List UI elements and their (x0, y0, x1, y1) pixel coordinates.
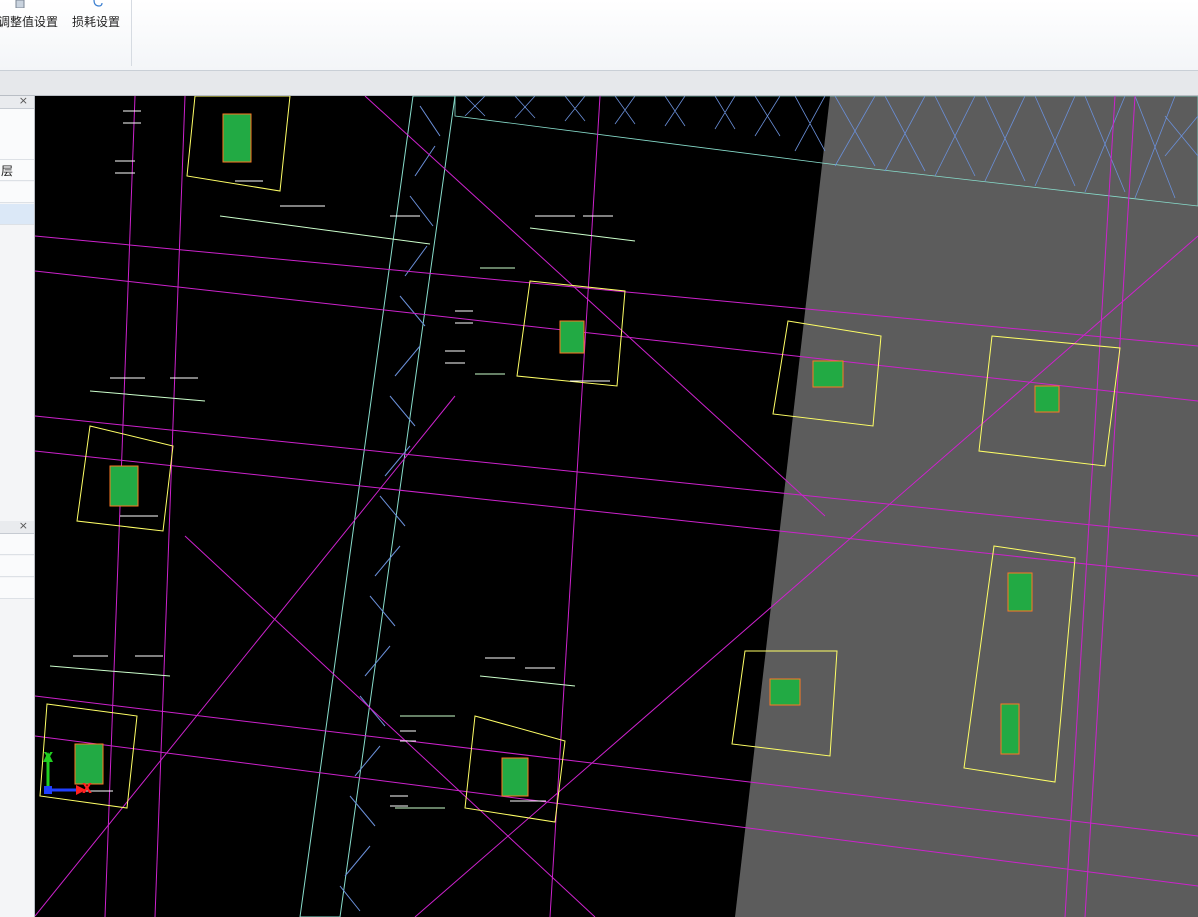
hatched-wall (299, 96, 456, 917)
panel-row[interactable] (0, 578, 34, 599)
panel-row[interactable] (0, 109, 34, 160)
panel-row[interactable] (0, 534, 34, 555)
panel-row[interactable] (0, 556, 34, 577)
cad-drawing (35, 96, 1198, 917)
xy-axis-indicator: X Y (38, 750, 98, 800)
panel-title-bar: × (0, 94, 34, 109)
y-axis-label: Y (44, 750, 53, 764)
panel-close-button[interactable]: × (19, 94, 28, 107)
dimension-lines (49, 215, 636, 809)
slab-region (735, 96, 1198, 917)
panel-row-selected[interactable] (0, 204, 34, 225)
adjust-value-settings-label: 调整值设置 (0, 15, 59, 29)
adjust-settings-icon (15, 0, 25, 8)
floor-column-header: 层 (1, 164, 14, 178)
loss-settings-label: 损耗设置 (72, 15, 121, 29)
ribbon-separator (131, 0, 132, 66)
ribbon-toolbar: 调整值设置 损耗设置 (0, 0, 1198, 71)
cad-annotation-marks (73, 110, 613, 807)
panel-close-button-2[interactable]: × (19, 519, 28, 532)
adjust-value-settings-button[interactable]: 调整值设置 (0, 0, 64, 36)
panel-title-bar-2: × (0, 519, 34, 534)
loss-settings-button[interactable]: 损耗设置 (70, 0, 126, 36)
loss-settings-icon (93, 0, 103, 7)
panel-row-floor[interactable]: 层 (0, 160, 34, 181)
left-dock-panel: × 层 × (0, 94, 35, 917)
panel-row[interactable] (0, 182, 34, 203)
cad-drawing-canvas[interactable] (35, 96, 1198, 917)
x-axis-label: X (82, 782, 93, 797)
tab-strip-bar (0, 71, 1198, 96)
